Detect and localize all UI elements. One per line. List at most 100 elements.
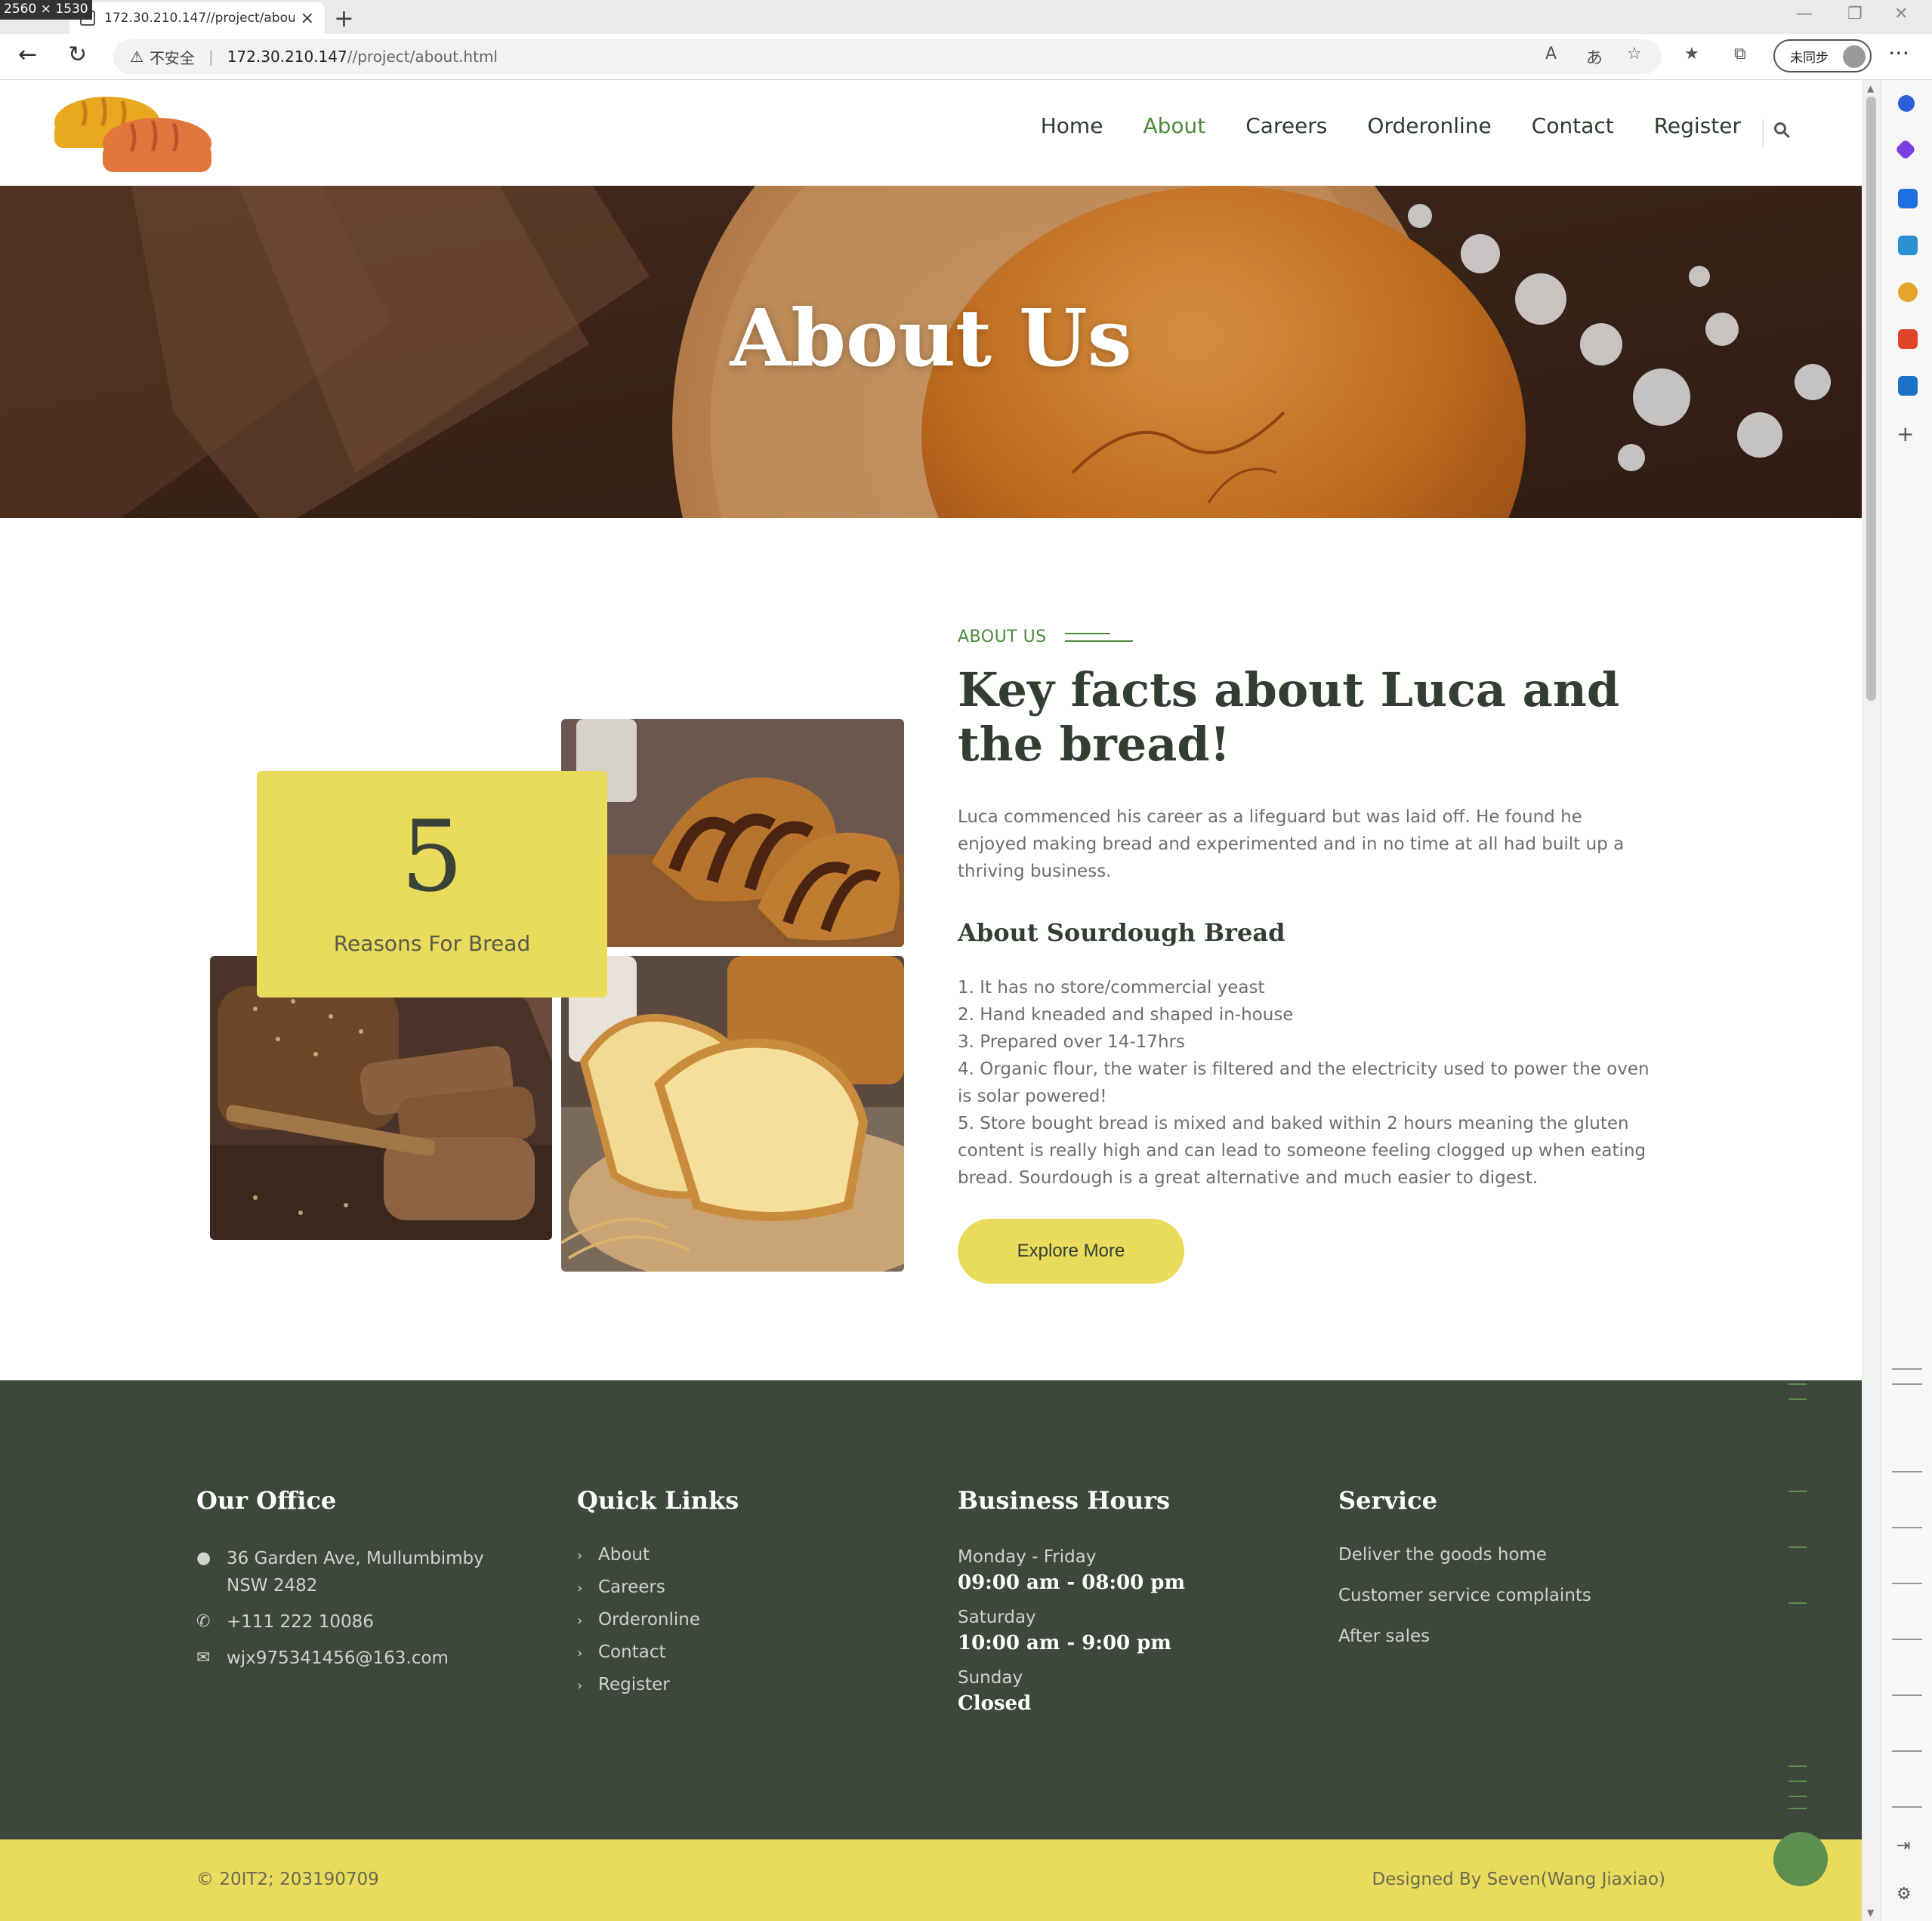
reasons-list: 1. It has no store/commercial yeast 2. H…: [958, 974, 1653, 1192]
scrollbar-thumb[interactable]: [1866, 97, 1876, 701]
sourdough-heading: About Sourdough Bread: [958, 918, 1285, 947]
chevron-right-icon: ›: [577, 1548, 583, 1564]
nav-about[interactable]: About: [1143, 113, 1205, 138]
collections-icon[interactable]: ⧉: [1734, 45, 1746, 63]
main-nav: Home About Careers Orderonline Contact R…: [1001, 113, 1741, 138]
hero-title: About Us: [730, 291, 1132, 384]
email-text: wjx975341456@163.com: [227, 1648, 449, 1668]
list-item: 2. Hand kneaded and shaped in-house: [958, 1005, 1294, 1025]
url-field[interactable]: ⚠ 不安全 | 172.30.210.147 //project/about.h…: [113, 39, 1662, 74]
shopping-icon[interactable]: [1898, 189, 1918, 208]
footer-link-label: Orderonline: [598, 1610, 701, 1630]
about-intro: Luca commenced his career as a lifeguard…: [958, 807, 1625, 881]
url-separator: |: [208, 48, 214, 66]
chevron-right-icon: ›: [577, 1613, 583, 1629]
office-title: Our Office: [196, 1486, 337, 1515]
copilot-icon[interactable]: [1894, 138, 1917, 161]
map-marker-icon: ●: [196, 1549, 211, 1568]
chevron-right-icon: ›: [577, 1678, 583, 1694]
more-options-icon[interactable]: ⋯: [1888, 40, 1909, 65]
avatar: [1843, 45, 1866, 68]
site-footer: Our Office ● 36 Garden Ave, Mullumbimby …: [0, 1380, 1862, 1839]
footer-link-contact[interactable]: › Contact: [577, 1642, 879, 1662]
service-link-delivery[interactable]: Deliver the goods home: [1338, 1545, 1656, 1565]
nav-careers[interactable]: Careers: [1245, 113, 1327, 138]
browser-tab[interactable]: 172.30.210.147//project/about.html ×: [69, 2, 325, 34]
footer-dash-decoration: [1788, 1380, 1811, 1839]
scroll-up-icon[interactable]: ▲: [1867, 83, 1874, 94]
list-item: 3. Prepared over 14-17hrs: [958, 1032, 1185, 1052]
search-icon[interactable]: [1773, 121, 1791, 139]
restore-icon[interactable]: ❐: [1847, 5, 1863, 23]
outlook-icon[interactable]: [1898, 376, 1918, 396]
sidebar-layout-icon[interactable]: ⇥: [1897, 1836, 1910, 1855]
office-column: Our Office ● 36 Garden Ave, Mullumbimby …: [196, 1486, 514, 1681]
search-icon[interactable]: [1898, 95, 1915, 112]
about-heading: Key facts about Luca and the bread!: [958, 662, 1620, 772]
address-text: 36 Garden Ave, Mullumbimby NSW 2482: [227, 1549, 484, 1596]
browser-tab-bar: 172.30.210.147//project/about.html × + —…: [0, 0, 1932, 34]
sidebar-divider: [1892, 1639, 1922, 1640]
favorite-add-icon[interactable]: ☆: [1627, 45, 1642, 63]
designer-credit: Designed By Seven(Wang Jiaxiao): [1372, 1870, 1666, 1889]
sync-label: 未同步: [1790, 50, 1829, 66]
footer-link-label: About: [598, 1545, 650, 1565]
tools-icon[interactable]: [1898, 236, 1918, 255]
footer-link-label: Contact: [598, 1642, 666, 1662]
chevron-right-icon: ›: [577, 1580, 583, 1596]
minimize-icon[interactable]: —: [1796, 5, 1813, 23]
service-link-after-sales[interactable]: After sales: [1338, 1627, 1656, 1646]
hours-time: Closed: [958, 1692, 1032, 1715]
envelope-icon: ✉: [196, 1648, 211, 1667]
nav-register[interactable]: Register: [1654, 113, 1741, 138]
reload-icon[interactable]: ↻: [68, 42, 87, 68]
add-icon[interactable]: +: [1897, 421, 1914, 446]
site-header: Home About Careers Orderonline Contact R…: [0, 80, 1862, 186]
service-title: Service: [1338, 1486, 1437, 1515]
page-scrollbar[interactable]: ▲ ▼: [1862, 80, 1881, 1921]
new-tab-button[interactable]: +: [334, 4, 354, 32]
hours-day: Sunday: [958, 1668, 1023, 1688]
chevron-right-icon: ›: [577, 1645, 583, 1661]
security-label: 不安全: [149, 48, 195, 67]
hours-column: Business Hours Monday - Friday 09:00 am …: [958, 1486, 1275, 1726]
footer-link-orderonline[interactable]: › Orderonline: [577, 1610, 879, 1630]
hours-day: Saturday: [958, 1608, 1036, 1627]
scroll-down-icon[interactable]: ▼: [1867, 1907, 1874, 1918]
back-icon[interactable]: ←: [18, 42, 37, 68]
gear-icon[interactable]: ⚙: [1897, 1885, 1912, 1904]
list-item: 1. It has no store/commercial yeast: [958, 978, 1265, 998]
nav-divider: [1762, 119, 1764, 146]
sidebar-divider: [1892, 1368, 1922, 1370]
explore-more-button[interactable]: Explore More: [958, 1219, 1184, 1284]
service-link-complaints[interactable]: Customer service complaints: [1338, 1586, 1656, 1605]
sidebar-divider: [1892, 1583, 1922, 1584]
quick-links-title: Quick Links: [577, 1486, 739, 1515]
rye-bread-image: [210, 956, 552, 1240]
read-aloud-icon[interactable]: A: [1545, 45, 1557, 63]
bakery-logo[interactable]: [53, 94, 211, 177]
sidebar-divider: [1892, 1383, 1922, 1385]
games-icon[interactable]: [1898, 282, 1918, 302]
close-icon[interactable]: ×: [301, 9, 314, 28]
profile-sync-button[interactable]: 未同步: [1773, 39, 1872, 72]
footer-link-careers[interactable]: › Careers: [577, 1577, 879, 1597]
section-tag-label: ABOUT US: [958, 627, 1047, 646]
about-content: ABOUT US Key facts about Luca and the br…: [958, 627, 1653, 1284]
nav-home[interactable]: Home: [1041, 113, 1103, 138]
nav-contact[interactable]: Contact: [1532, 113, 1614, 138]
website: Home About Careers Orderonline Contact R…: [0, 80, 1862, 1921]
sidebar-divider: [1892, 1471, 1922, 1472]
footer-link-label: Careers: [598, 1577, 665, 1597]
office-icon[interactable]: [1898, 329, 1918, 349]
favorites-icon[interactable]: ★: [1684, 45, 1699, 63]
nav-orderonline[interactable]: Orderonline: [1367, 113, 1491, 138]
reasons-stat-card: 5 Reasons For Bread: [257, 771, 607, 998]
window-close-icon[interactable]: ✕: [1894, 5, 1908, 23]
footer-link-register[interactable]: › Register: [577, 1675, 879, 1694]
back-to-top-button[interactable]: [1773, 1832, 1828, 1886]
sidebar-divider: [1892, 1750, 1922, 1752]
footer-link-about[interactable]: › About: [577, 1545, 879, 1565]
hero-banner: About Us: [0, 186, 1862, 518]
translate-icon[interactable]: あ: [1586, 45, 1603, 69]
